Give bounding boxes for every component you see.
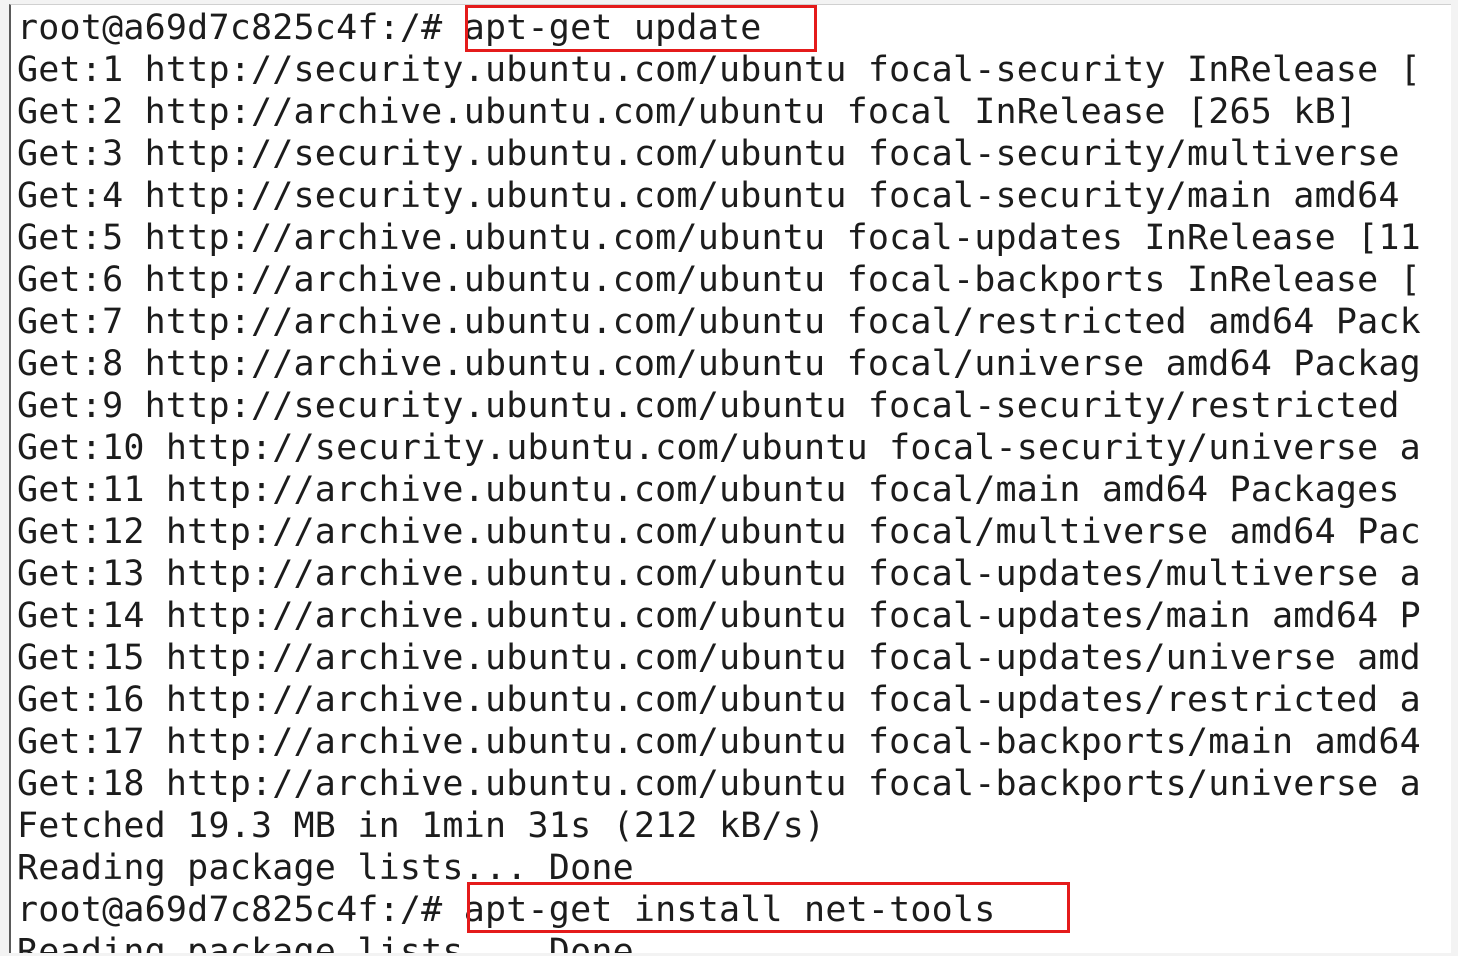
status-line: Reading package lists... Done (17, 932, 634, 953)
command-highlight-box (465, 5, 817, 52)
terminal-window[interactable]: root@a69d7c825c4f:/# apt-get update Get:… (9, 4, 1451, 953)
fetched-summary-line: Fetched 19.3 MB in 1min 31s (212 kB/s) (17, 806, 826, 846)
command-highlight-box (467, 882, 1070, 933)
output-line: Get:8 http://archive.ubuntu.com/ubuntu f… (17, 344, 1421, 384)
output-line: Get:16 http://archive.ubuntu.com/ubuntu … (17, 680, 1421, 720)
output-line: Get:11 http://archive.ubuntu.com/ubuntu … (17, 470, 1400, 510)
output-line: Get:15 http://archive.ubuntu.com/ubuntu … (17, 638, 1421, 678)
output-line: Get:10 http://security.ubuntu.com/ubuntu… (17, 428, 1421, 468)
output-line: Get:1 http://security.ubuntu.com/ubuntu … (17, 50, 1421, 90)
output-line: Get:7 http://archive.ubuntu.com/ubuntu f… (17, 302, 1421, 342)
output-line: Get:3 http://security.ubuntu.com/ubuntu … (17, 134, 1400, 174)
output-line: Get:17 http://archive.ubuntu.com/ubuntu … (17, 722, 1421, 762)
output-line: Get:14 http://archive.ubuntu.com/ubuntu … (17, 596, 1421, 636)
output-line: Get:6 http://archive.ubuntu.com/ubuntu f… (17, 260, 1421, 300)
output-line: Get:4 http://security.ubuntu.com/ubuntu … (17, 176, 1400, 216)
output-line: Get:5 http://archive.ubuntu.com/ubuntu f… (17, 218, 1421, 258)
output-line: Get:9 http://security.ubuntu.com/ubuntu … (17, 386, 1400, 426)
screenshot-frame: root@a69d7c825c4f:/# apt-get update Get:… (0, 0, 1458, 956)
output-line: Get:18 http://archive.ubuntu.com/ubuntu … (17, 764, 1421, 804)
output-line: Get:13 http://archive.ubuntu.com/ubuntu … (17, 554, 1421, 594)
output-line: Get:2 http://archive.ubuntu.com/ubuntu f… (17, 92, 1358, 132)
output-line: Get:12 http://archive.ubuntu.com/ubuntu … (17, 512, 1421, 552)
